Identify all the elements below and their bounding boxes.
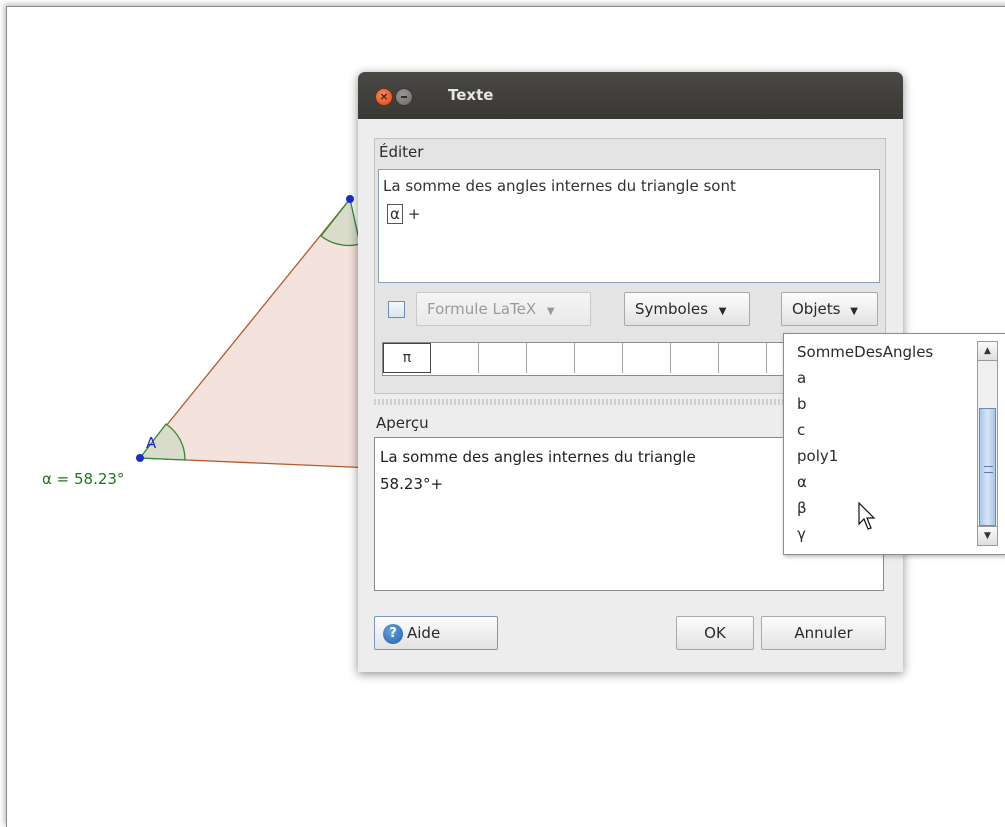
symbol-cell[interactable] bbox=[431, 343, 479, 373]
symbol-cell[interactable] bbox=[623, 343, 671, 373]
help-label: Aide bbox=[407, 624, 441, 642]
symbol-cell[interactable] bbox=[479, 343, 527, 373]
latex-formula-dropdown[interactable]: Formule LaTeX ▼ bbox=[416, 292, 591, 326]
angle-beta-arc[interactable] bbox=[320, 197, 361, 247]
scroll-up-icon[interactable]: ▲ bbox=[978, 342, 997, 361]
menu-item-b[interactable]: b bbox=[797, 395, 807, 413]
point-b[interactable] bbox=[346, 195, 354, 203]
scroll-down-icon[interactable]: ▼ bbox=[978, 526, 997, 545]
latex-formula-label: Formule LaTeX bbox=[427, 300, 537, 318]
menu-item-alpha[interactable]: α bbox=[797, 473, 807, 491]
dynamic-object-token[interactable]: α bbox=[387, 204, 403, 224]
ok-button[interactable]: OK bbox=[676, 616, 754, 650]
mouse-pointer-icon bbox=[858, 502, 876, 530]
symbols-label: Symboles bbox=[635, 300, 708, 318]
preview-text-line-2: 58.23°+ bbox=[380, 475, 444, 493]
dialog-title: Texte bbox=[448, 86, 494, 104]
latex-checkbox[interactable] bbox=[388, 301, 405, 318]
point-a[interactable] bbox=[136, 454, 144, 462]
help-icon: ? bbox=[383, 623, 403, 644]
symbol-cell[interactable] bbox=[719, 343, 767, 373]
scrollbar-thumb[interactable] bbox=[979, 408, 996, 526]
symbol-cell[interactable] bbox=[671, 343, 719, 373]
menu-item-sommedesangles[interactable]: SommeDesAngles bbox=[797, 343, 933, 361]
close-icon[interactable]: × bbox=[375, 88, 393, 106]
menu-item-a[interactable]: a bbox=[797, 369, 806, 387]
edit-section-label: Éditer bbox=[379, 143, 424, 161]
edit-text-area[interactable]: La somme des angles internes du triangle… bbox=[378, 169, 880, 283]
symbols-dropdown-button[interactable]: Symboles ▼ bbox=[624, 292, 750, 326]
grip-icon bbox=[984, 466, 993, 473]
chevron-down-icon: ▼ bbox=[546, 306, 555, 317]
menu-scrollbar[interactable]: ▲ ▼ bbox=[977, 341, 998, 546]
edit-toolbar: Formule LaTeX ▼ Symboles ▼ Objets ▼ bbox=[378, 290, 878, 328]
point-a-label: A bbox=[146, 434, 157, 452]
preview-section-label: Aperçu bbox=[376, 414, 429, 432]
symbol-cell[interactable] bbox=[575, 343, 623, 373]
edit-text-line-2: α + bbox=[387, 204, 420, 224]
symbol-cell[interactable]: π bbox=[383, 343, 431, 373]
objects-dropdown-menu: SommeDesAngles a b c poly1 α β γ ▲ ▼ bbox=[783, 333, 1005, 555]
minimize-icon[interactable] bbox=[395, 88, 413, 106]
preview-text-line: La somme des angles internes du triangle bbox=[380, 448, 696, 466]
edit-text-line: La somme des angles internes du triangle… bbox=[383, 177, 736, 195]
edit-text-suffix: + bbox=[407, 205, 421, 223]
help-button[interactable]: ? Aide bbox=[374, 616, 498, 650]
cancel-button[interactable]: Annuler bbox=[761, 616, 886, 650]
chevron-down-icon: ▼ bbox=[850, 306, 858, 317]
menu-item-beta[interactable]: β bbox=[797, 499, 807, 517]
chevron-down-icon: ▼ bbox=[718, 306, 727, 317]
dialog-titlebar[interactable]: × Texte bbox=[358, 72, 903, 119]
objects-label: Objets bbox=[792, 300, 841, 318]
objects-dropdown-button[interactable]: Objets ▼ bbox=[781, 292, 878, 326]
menu-item-c[interactable]: c bbox=[797, 421, 805, 439]
menu-item-gamma[interactable]: γ bbox=[797, 525, 806, 543]
menu-item-poly1[interactable]: poly1 bbox=[797, 447, 838, 465]
angle-alpha-label: α = 58.23° bbox=[42, 470, 125, 488]
symbol-cell[interactable] bbox=[527, 343, 575, 373]
